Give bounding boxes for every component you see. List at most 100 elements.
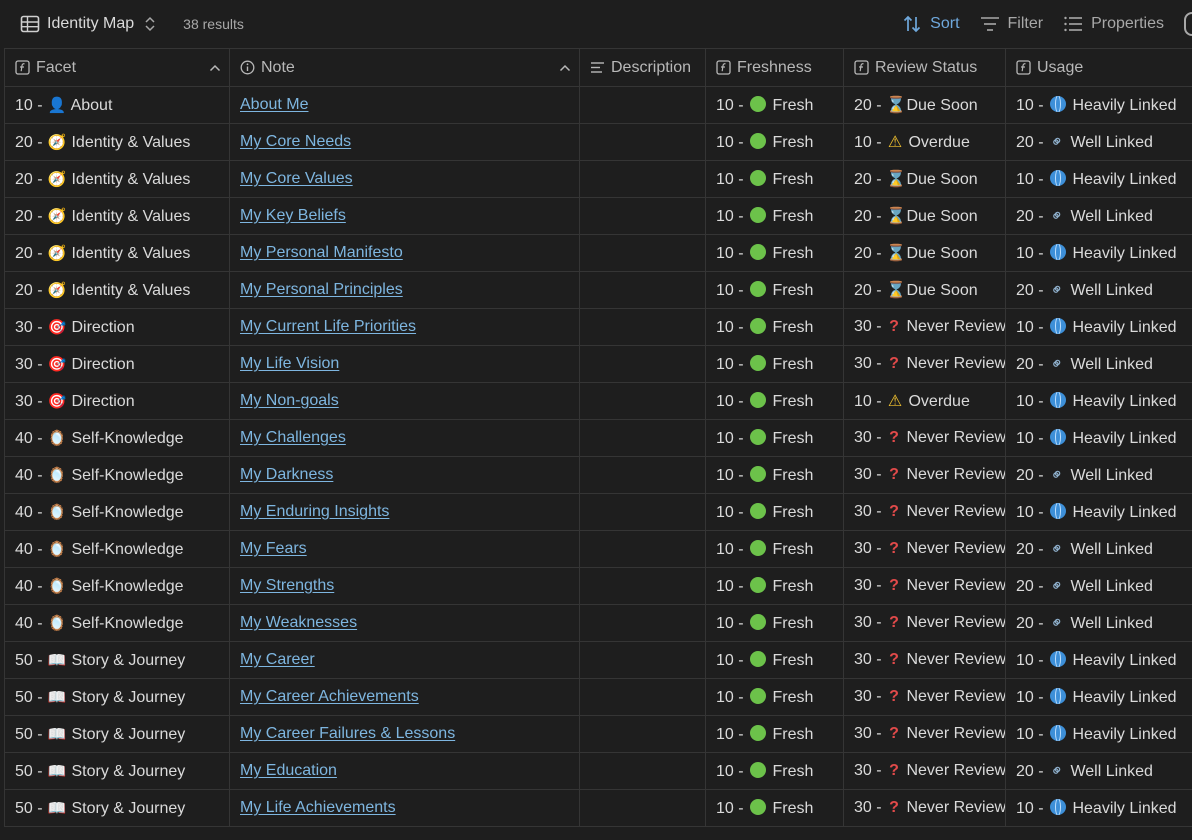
- freshness-cell[interactable]: 10 - Fresh: [705, 123, 844, 161]
- freshness-cell[interactable]: 10 - Fresh: [705, 197, 844, 235]
- freshness-cell[interactable]: 10 - Fresh: [705, 530, 844, 568]
- facet-cell[interactable]: 40 - 🪞 Self-Knowledge: [4, 493, 230, 531]
- usage-cell[interactable]: 20 - ⚭ Well Linked: [1005, 456, 1192, 494]
- note-link[interactable]: My Weaknesses: [240, 614, 357, 631]
- review-status-cell[interactable]: 30 - ? Never Reviewed: [843, 678, 1006, 716]
- table-row[interactable]: 50 - 📖 Story & Journey My Career Failures…: [4, 715, 1192, 753]
- freshness-cell[interactable]: 10 - Fresh: [705, 456, 844, 494]
- review-status-cell[interactable]: 30 - ? Never Reviewed: [843, 419, 1006, 457]
- freshness-cell[interactable]: 10 - Fresh: [705, 604, 844, 642]
- note-link[interactable]: My Personal Manifesto: [240, 244, 403, 261]
- table-row[interactable]: 20 - 🧭 Identity & Values My Core Values 10…: [4, 160, 1192, 198]
- freshness-cell[interactable]: 10 - Fresh: [705, 419, 844, 457]
- freshness-cell[interactable]: 10 - Fresh: [705, 345, 844, 383]
- facet-cell[interactable]: 40 - 🪞 Self-Knowledge: [4, 530, 230, 568]
- note-cell[interactable]: My Key Beliefs: [229, 197, 580, 235]
- description-cell[interactable]: [579, 715, 706, 753]
- note-cell[interactable]: My Education: [229, 752, 580, 790]
- note-link[interactable]: My Career: [240, 651, 315, 668]
- review-status-cell[interactable]: 30 - ? Never Reviewed: [843, 456, 1006, 494]
- description-cell[interactable]: [579, 604, 706, 642]
- note-link[interactable]: My Current Life Priorities: [240, 318, 416, 335]
- note-link[interactable]: My Core Needs: [240, 133, 351, 150]
- usage-cell[interactable]: 10 - Heavily Linked: [1005, 308, 1192, 346]
- freshness-cell[interactable]: 10 - Fresh: [705, 271, 844, 309]
- facet-cell[interactable]: 40 - 🪞 Self-Knowledge: [4, 456, 230, 494]
- review-status-cell[interactable]: 20 - ⌛ Due Soon: [843, 160, 1006, 198]
- note-link[interactable]: My Personal Principles: [240, 281, 403, 298]
- facet-cell[interactable]: 30 - 🎯 Direction: [4, 308, 230, 346]
- review-status-cell[interactable]: 30 - ? Never Reviewed: [843, 752, 1006, 790]
- review-status-cell[interactable]: 30 - ? Never Reviewed: [843, 567, 1006, 605]
- facet-cell[interactable]: 50 - 📖 Story & Journey: [4, 752, 230, 790]
- sort-button[interactable]: Sort: [902, 14, 960, 34]
- usage-cell[interactable]: 20 - ⚭ Well Linked: [1005, 752, 1192, 790]
- column-header-facet[interactable]: Facet: [4, 48, 230, 87]
- note-link[interactable]: My Key Beliefs: [240, 207, 346, 224]
- usage-cell[interactable]: 10 - Heavily Linked: [1005, 789, 1192, 827]
- review-status-cell[interactable]: 10 - ⚠ Overdue: [843, 382, 1006, 420]
- usage-cell[interactable]: 20 - ⚭ Well Linked: [1005, 530, 1192, 568]
- review-status-cell[interactable]: 30 - ? Never Reviewed: [843, 789, 1006, 827]
- usage-cell[interactable]: 20 - ⚭ Well Linked: [1005, 197, 1192, 235]
- table-row[interactable]: 40 - 🪞 Self-Knowledge My Weaknesses 10 - F…: [4, 604, 1192, 642]
- note-link[interactable]: My Life Achievements: [240, 799, 396, 816]
- note-link[interactable]: My Enduring Insights: [240, 503, 389, 520]
- usage-cell[interactable]: 10 - Heavily Linked: [1005, 86, 1192, 124]
- table-row[interactable]: 50 - 📖 Story & Journey My Career 10 - Fres…: [4, 641, 1192, 679]
- description-cell[interactable]: [579, 382, 706, 420]
- freshness-cell[interactable]: 10 - Fresh: [705, 493, 844, 531]
- table-row[interactable]: 20 - 🧭 Identity & Values My Core Needs 10 …: [4, 123, 1192, 161]
- review-status-cell[interactable]: 30 - ? Never Reviewed: [843, 530, 1006, 568]
- freshness-cell[interactable]: 10 - Fresh: [705, 234, 844, 272]
- review-status-cell[interactable]: 30 - ? Never Reviewed: [843, 604, 1006, 642]
- description-cell[interactable]: [579, 419, 706, 457]
- table-row[interactable]: 50 - 📖 Story & Journey My Career Achievem…: [4, 678, 1192, 716]
- note-cell[interactable]: My Fears: [229, 530, 580, 568]
- review-status-cell[interactable]: 20 - ⌛ Due Soon: [843, 86, 1006, 124]
- description-cell[interactable]: [579, 234, 706, 272]
- review-status-cell[interactable]: 30 - ? Never Reviewed: [843, 493, 1006, 531]
- usage-cell[interactable]: 10 - Heavily Linked: [1005, 715, 1192, 753]
- note-cell[interactable]: My Core Needs: [229, 123, 580, 161]
- note-cell[interactable]: My Enduring Insights: [229, 493, 580, 531]
- table-row[interactable]: 10 - 👤 About About Me 10 - Fresh 20 - ⌛ Due…: [4, 86, 1192, 124]
- review-status-cell[interactable]: 20 - ⌛ Due Soon: [843, 234, 1006, 272]
- note-link[interactable]: My Career Achievements: [240, 688, 419, 705]
- review-status-cell[interactable]: 30 - ? Never Reviewed: [843, 715, 1006, 753]
- table-row[interactable]: 40 - 🪞 Self-Knowledge My Enduring Insight…: [4, 493, 1192, 531]
- note-cell[interactable]: My Weaknesses: [229, 604, 580, 642]
- view-switcher[interactable]: Identity Map: [20, 14, 163, 34]
- table-row[interactable]: 20 - 🧭 Identity & Values My Key Beliefs 10…: [4, 197, 1192, 235]
- table-row[interactable]: 30 - 🎯 Direction My Current Life Prioriti…: [4, 308, 1192, 346]
- table-row[interactable]: 50 - 📖 Story & Journey My Life Achievemen…: [4, 789, 1192, 827]
- description-cell[interactable]: [579, 456, 706, 494]
- table-row[interactable]: 40 - 🪞 Self-Knowledge My Challenges 10 - F…: [4, 419, 1192, 457]
- usage-cell[interactable]: 10 - Heavily Linked: [1005, 234, 1192, 272]
- facet-cell[interactable]: 20 - 🧭 Identity & Values: [4, 234, 230, 272]
- description-cell[interactable]: [579, 641, 706, 679]
- column-header-usage[interactable]: Usage: [1005, 48, 1192, 87]
- facet-cell[interactable]: 50 - 📖 Story & Journey: [4, 678, 230, 716]
- usage-cell[interactable]: 20 - ⚭ Well Linked: [1005, 567, 1192, 605]
- note-link[interactable]: My Education: [240, 762, 337, 779]
- description-cell[interactable]: [579, 197, 706, 235]
- table-row[interactable]: 40 - 🪞 Self-Knowledge My Darkness 10 - Fre…: [4, 456, 1192, 494]
- facet-cell[interactable]: 50 - 📖 Story & Journey: [4, 789, 230, 827]
- table-row[interactable]: 40 - 🪞 Self-Knowledge My Fears 10 - Fresh 3…: [4, 530, 1192, 568]
- usage-cell[interactable]: 10 - Heavily Linked: [1005, 641, 1192, 679]
- note-cell[interactable]: My Strengths: [229, 567, 580, 605]
- description-cell[interactable]: [579, 308, 706, 346]
- facet-cell[interactable]: 20 - 🧭 Identity & Values: [4, 271, 230, 309]
- freshness-cell[interactable]: 10 - Fresh: [705, 86, 844, 124]
- note-link[interactable]: My Non-goals: [240, 392, 339, 409]
- description-cell[interactable]: [579, 567, 706, 605]
- usage-cell[interactable]: 20 - ⚭ Well Linked: [1005, 271, 1192, 309]
- usage-cell[interactable]: 10 - Heavily Linked: [1005, 678, 1192, 716]
- usage-cell[interactable]: 10 - Heavily Linked: [1005, 419, 1192, 457]
- usage-cell[interactable]: 10 - Heavily Linked: [1005, 160, 1192, 198]
- description-cell[interactable]: [579, 123, 706, 161]
- note-link[interactable]: My Darkness: [240, 466, 333, 483]
- note-cell[interactable]: My Career: [229, 641, 580, 679]
- facet-cell[interactable]: 20 - 🧭 Identity & Values: [4, 197, 230, 235]
